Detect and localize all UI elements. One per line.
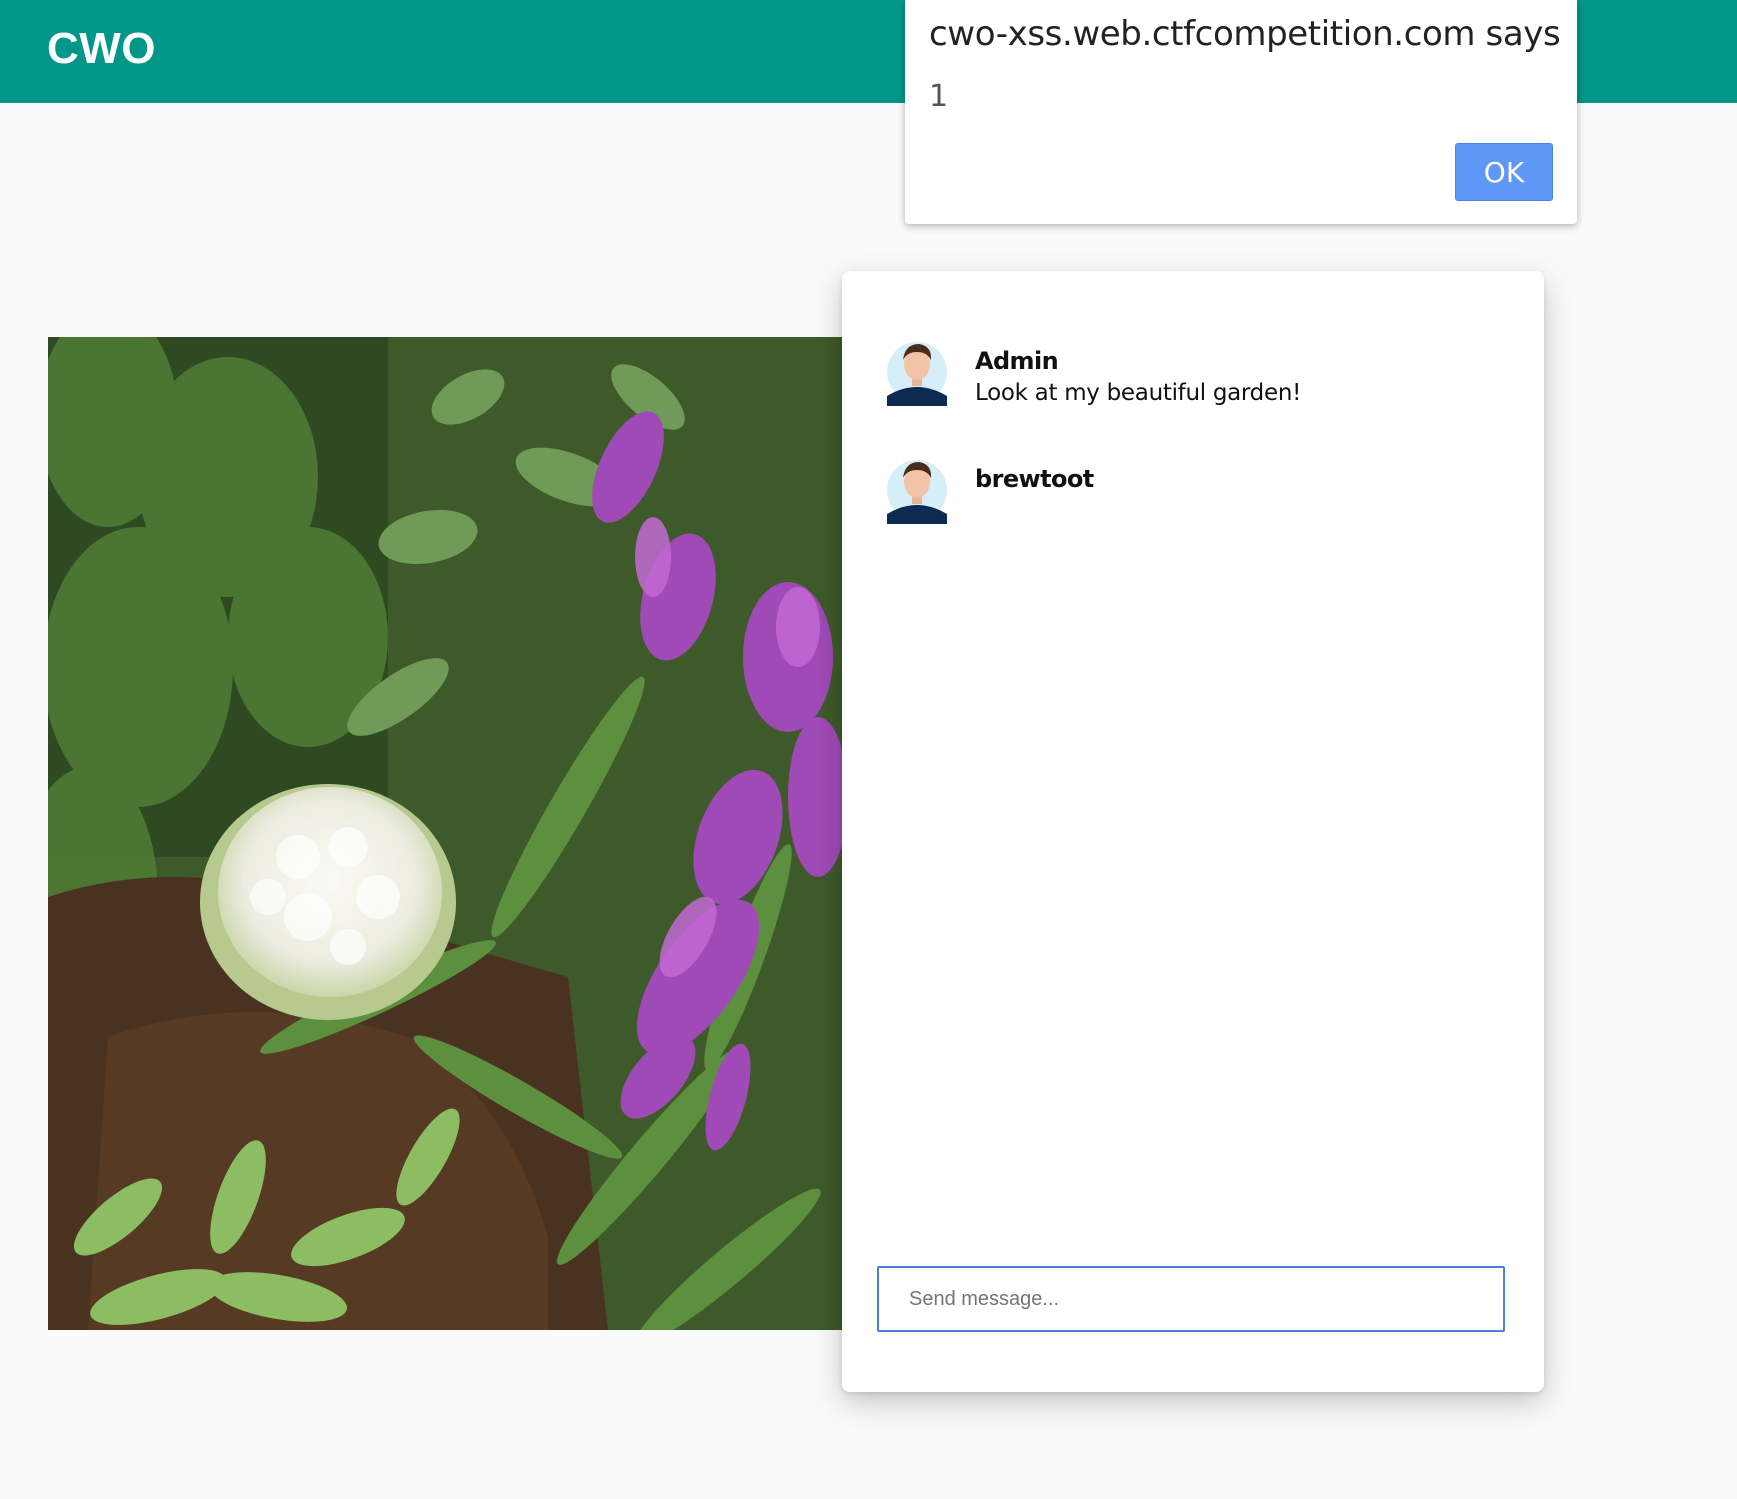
- message-author: Admin: [975, 347, 1059, 375]
- brand-title: CWO: [47, 24, 157, 73]
- alert-dialog: cwo-xss.web.ctfcompetition.com says 1 OK: [905, 0, 1577, 224]
- garden-photo-image: [48, 337, 843, 1330]
- user-avatar-icon: [887, 338, 947, 406]
- garden-photo: [48, 337, 843, 1330]
- chat-panel: Admin Look at my beautiful garden! brewt…: [842, 271, 1544, 1392]
- ok-button[interactable]: OK: [1455, 143, 1553, 201]
- user-avatar-icon: [887, 456, 947, 524]
- dialog-title: cwo-xss.web.ctfcompetition.com says: [929, 14, 1561, 54]
- send-message-input[interactable]: [877, 1266, 1505, 1332]
- message-text: Look at my beautiful garden!: [975, 380, 1302, 406]
- dialog-message: 1: [929, 79, 949, 114]
- message-author: brewtoot: [975, 465, 1094, 493]
